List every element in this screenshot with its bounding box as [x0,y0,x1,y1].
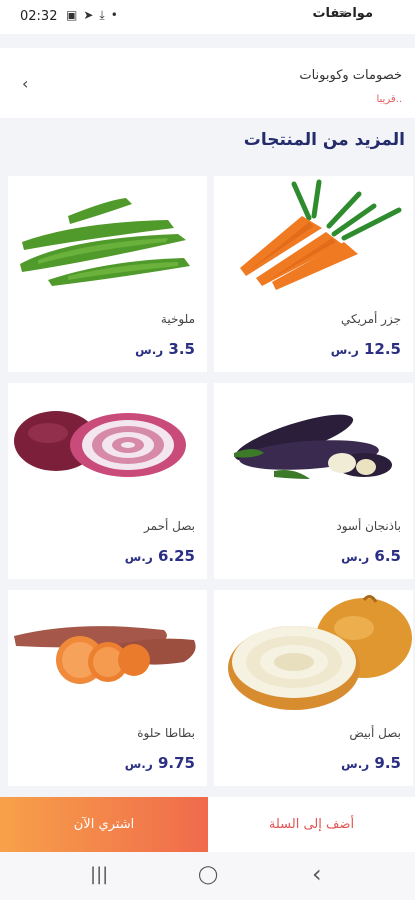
buy-now-button[interactable]: اشتري الآن [0,797,208,852]
product-name: جزر أمريكي [341,312,401,326]
product-name: بصل أبيض [349,726,401,740]
currency-icon: ر.س [124,550,153,564]
product-name: باذنجان أسود [336,519,401,533]
dot-icon: • [110,8,124,22]
white-onion-image [228,595,412,710]
image-icon: ▣ [66,8,84,22]
product-price: 6.25 ر.س [124,547,195,565]
red-onion-image [14,411,186,477]
currency-icon: ر.س [124,757,153,771]
eggplant-image [234,414,392,479]
recents-icon[interactable]: ||| [90,864,108,885]
currency-icon: ر.س [330,343,359,357]
product-name: ملوخية [160,312,195,326]
currency-icon: ر.س [341,550,370,564]
currency-icon: ر.س [135,343,164,357]
product-price: 9.5 ر.س [341,754,401,772]
product-card[interactable]: ملوخية 3.5 ر.س [8,176,207,372]
coupons-title: خصومات وكوبونات [299,68,402,83]
back-icon[interactable]: ‹ [312,860,322,888]
bottom-action-bar: اشتري الآن أضف إلى السلة [0,797,415,852]
product-price: 9.75 ر.س [124,754,195,772]
section-title: المزيد من المنتجات [243,130,405,150]
carrot-image [240,179,402,290]
coupons-row[interactable]: خصومات وكوبونات قريبا.. ‹ [0,48,415,118]
currency-icon: ر.س [341,757,370,771]
product-price: 3.5 ر.س [135,340,195,358]
download-icon: ⤓ [99,8,111,22]
product-price: 6.5 ر.س [341,547,401,565]
add-to-cart-button[interactable]: أضف إلى السلة [208,797,415,852]
sweet-potato-image [14,626,196,684]
product-card[interactable]: بصل أحمر 6.25 ر.س [8,383,207,579]
product-card[interactable]: باذنجان أسود 6.5 ر.س [214,383,413,579]
home-icon[interactable]: ◯ [198,864,218,885]
notification-icons: ▣➤⤓• [66,8,124,23]
telegram-icon: ➤ [83,8,100,22]
product-card[interactable]: بطاطا حلوة 9.75 ر.س [8,590,207,786]
product-name: بطاطا حلوة [137,726,195,740]
product-card[interactable]: جزر أمريكي 12.5 ر.س [214,176,413,372]
app-name: مواصفات [312,6,373,21]
status-bar: 02:32 ▣➤⤓• ≋ مواصفات [0,0,415,34]
product-name: بصل أحمر [144,519,195,533]
system-nav-bar: ||| ◯ ‹ [0,852,415,900]
product-price: 12.5 ر.س [330,340,401,358]
product-card[interactable]: بصل أبيض 9.5 ر.س [214,590,413,786]
chevron-left-icon[interactable]: ‹ [22,74,28,93]
clock: 02:32 [20,9,58,24]
coupons-subtitle: قريبا.. [376,94,402,105]
okra-image [20,198,190,286]
